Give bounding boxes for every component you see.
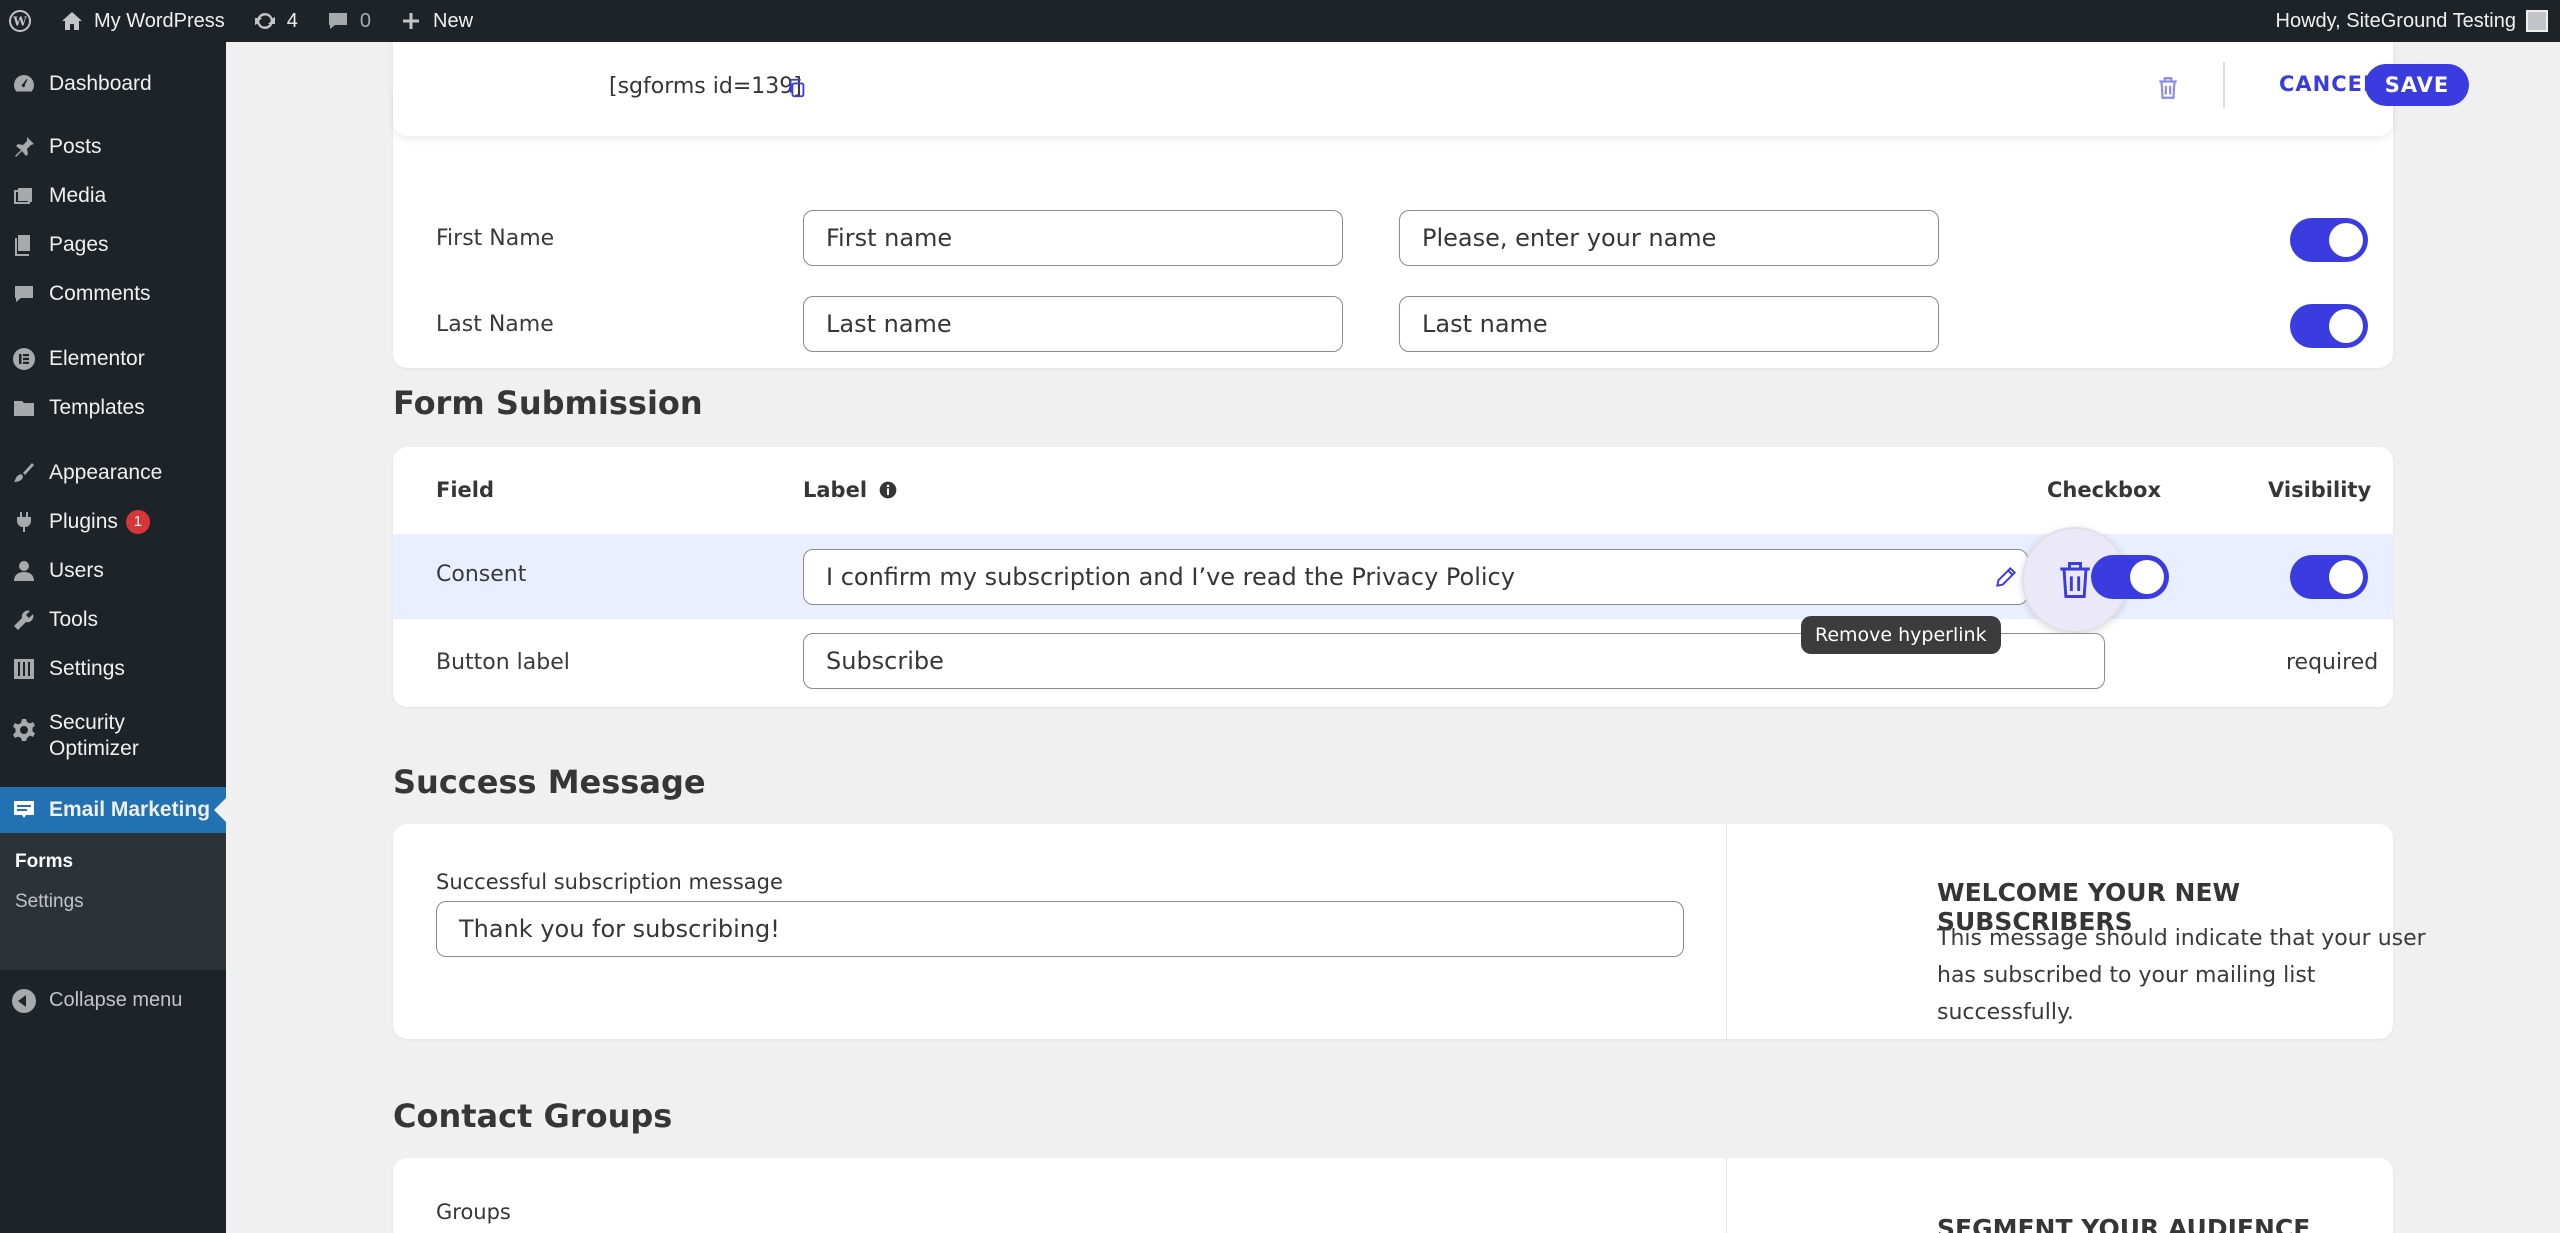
form-submission-card: Field Label Checkbox Visibility Consent … — [393, 447, 2393, 707]
consent-label-input[interactable]: I confirm my subscription and I’ve read … — [803, 549, 2028, 605]
remove-hyperlink-tooltip: Remove hyperlink — [1801, 616, 2001, 654]
users-icon — [14, 561, 34, 581]
sidebar-item-posts[interactable]: Posts — [0, 127, 226, 167]
updates-count: 4 — [286, 9, 298, 32]
form-header-bar: [sgforms id=139] CANCEL SAVE — [393, 42, 2469, 136]
collapse-arrow-icon — [12, 989, 36, 1013]
form-submission-title: Form Submission — [393, 384, 703, 422]
comments-icon — [15, 286, 33, 302]
field-name-button-label: Button label — [436, 650, 570, 675]
plus-icon — [403, 13, 420, 29]
home-icon — [62, 12, 82, 30]
col-head-label: Label — [803, 478, 898, 502]
pages-icon — [15, 235, 30, 256]
sidebar-item-dashboard[interactable]: Dashboard — [0, 64, 226, 104]
field-name-last: Last Name — [436, 312, 554, 337]
col-head-field: Field — [436, 478, 495, 502]
sidebar-item-comments[interactable]: Comments — [0, 274, 226, 314]
button-visibility-required: required — [2286, 650, 2379, 675]
site-name-menu[interactable]: My WordPress — [46, 0, 239, 42]
sidebar-item-appearance[interactable]: Appearance — [0, 453, 226, 493]
success-aside-divider — [1726, 824, 1727, 1039]
save-button[interactable]: SAVE — [2365, 64, 2469, 106]
elementor-icon — [13, 348, 35, 370]
toolbar-divider — [2223, 62, 2225, 108]
groups-aside-title: SEGMENT YOUR AUDIENCE — [1937, 1214, 2311, 1233]
paintbrush-icon — [14, 463, 34, 482]
admin-bar: W My WordPress 4 0 New Howdy, SiteGround… — [0, 0, 2560, 42]
media-icon — [14, 188, 32, 204]
success-message-title: Success Message — [393, 763, 706, 801]
copy-icon[interactable] — [786, 77, 808, 99]
svg-text:W: W — [12, 15, 27, 29]
sidebar-item-security-optimizer[interactable]: Security Optimizer — [0, 710, 226, 770]
greeting: Howdy, SiteGround Testing — [2275, 9, 2517, 32]
edit-pencil-icon[interactable] — [1993, 564, 2019, 590]
updates-icon — [254, 12, 275, 30]
delete-form-icon[interactable] — [2155, 74, 2181, 102]
sidebar-item-users[interactable]: Users — [0, 551, 226, 591]
new-label: New — [433, 9, 474, 32]
comment-icon — [328, 13, 347, 29]
comments-menu[interactable]: 0 — [312, 0, 385, 42]
gear-icon — [13, 719, 35, 741]
sidebar-item-media[interactable]: Media — [0, 176, 226, 216]
collapse-menu[interactable]: Collapse menu — [0, 986, 226, 1016]
last-name-placeholder-input[interactable]: Last name — [1399, 296, 1939, 352]
admin-sidebar: Dashboard Posts Media Pages Comments Ele… — [0, 42, 226, 1233]
sidebar-item-tools[interactable]: Tools — [0, 600, 226, 640]
plugins-label: Plugins — [49, 510, 118, 533]
col-head-checkbox: Checkbox — [2047, 478, 2162, 502]
success-field-label: Successful subscription message — [436, 870, 783, 894]
last-name-label-input[interactable]: Last name — [803, 296, 1343, 352]
avatar — [2526, 10, 2548, 32]
new-content-menu[interactable]: New — [385, 0, 487, 42]
wrench-icon — [14, 610, 34, 630]
site-name: My WordPress — [94, 9, 225, 32]
success-message-input[interactable]: Thank you for subscribing! — [436, 901, 1684, 957]
my-account-menu[interactable]: Howdy, SiteGround Testing — [2275, 0, 2548, 42]
settings-sliders-icon — [14, 659, 34, 679]
contact-groups-title: Contact Groups — [393, 1097, 673, 1135]
email-marketing-icon — [14, 801, 34, 818]
table-row-consent: Consent I confirm my subscription and I’… — [393, 527, 2393, 633]
first-name-placeholder-input[interactable]: Please, enter your name — [1399, 210, 1939, 266]
field-name-consent: Consent — [436, 562, 527, 587]
last-name-visibility-toggle[interactable] — [2290, 304, 2368, 348]
pin-icon — [15, 137, 34, 157]
sidebar-item-settings[interactable]: Settings — [0, 649, 226, 689]
wordpress-logo-icon: W — [9, 10, 31, 32]
main-content: First Name First name Please, enter your… — [226, 42, 2560, 1233]
plugins-update-badge: 1 — [125, 510, 150, 535]
info-icon[interactable] — [878, 480, 898, 500]
sidebar-item-elementor[interactable]: Elementor — [0, 339, 226, 379]
wp-logo-menu[interactable]: W — [0, 0, 46, 42]
contact-groups-card: Groups SEGMENT YOUR AUDIENCE — [393, 1158, 2393, 1233]
field-name-first: First Name — [436, 226, 555, 251]
success-aside-text: This message should indicate that your u… — [1937, 926, 2426, 1025]
consent-visibility-toggle[interactable] — [2290, 555, 2368, 599]
comments-count: 0 — [359, 9, 372, 32]
consent-checkbox-toggle[interactable] — [2091, 555, 2169, 599]
success-message-card: Successful subscription message Thank yo… — [393, 824, 2426, 1039]
dashboard-icon — [14, 75, 35, 92]
plugin-icon — [17, 512, 31, 532]
email-marketing-submenu: Forms Settings — [0, 833, 226, 970]
submenu-forms[interactable]: Forms — [15, 851, 73, 873]
cancel-button[interactable]: CANCEL — [2279, 72, 2377, 96]
groups-aside-divider — [1726, 1158, 1727, 1233]
groups-field-label: Groups — [436, 1200, 511, 1224]
sidebar-item-templates[interactable]: Templates — [0, 388, 226, 428]
col-head-visibility: Visibility — [2268, 478, 2372, 502]
submenu-settings[interactable]: Settings — [15, 891, 84, 913]
sidebar-item-email-marketing[interactable]: Email Marketing — [0, 787, 226, 833]
sidebar-item-plugins[interactable]: Plugins 1 — [0, 502, 226, 542]
first-name-visibility-toggle[interactable] — [2290, 218, 2368, 262]
updates-menu[interactable]: 4 — [239, 0, 312, 42]
folder-icon — [14, 401, 34, 416]
sidebar-item-pages[interactable]: Pages — [0, 225, 226, 265]
shortcode-text: [sgforms id=139] — [609, 74, 802, 99]
first-name-label-input[interactable]: First name — [803, 210, 1343, 266]
